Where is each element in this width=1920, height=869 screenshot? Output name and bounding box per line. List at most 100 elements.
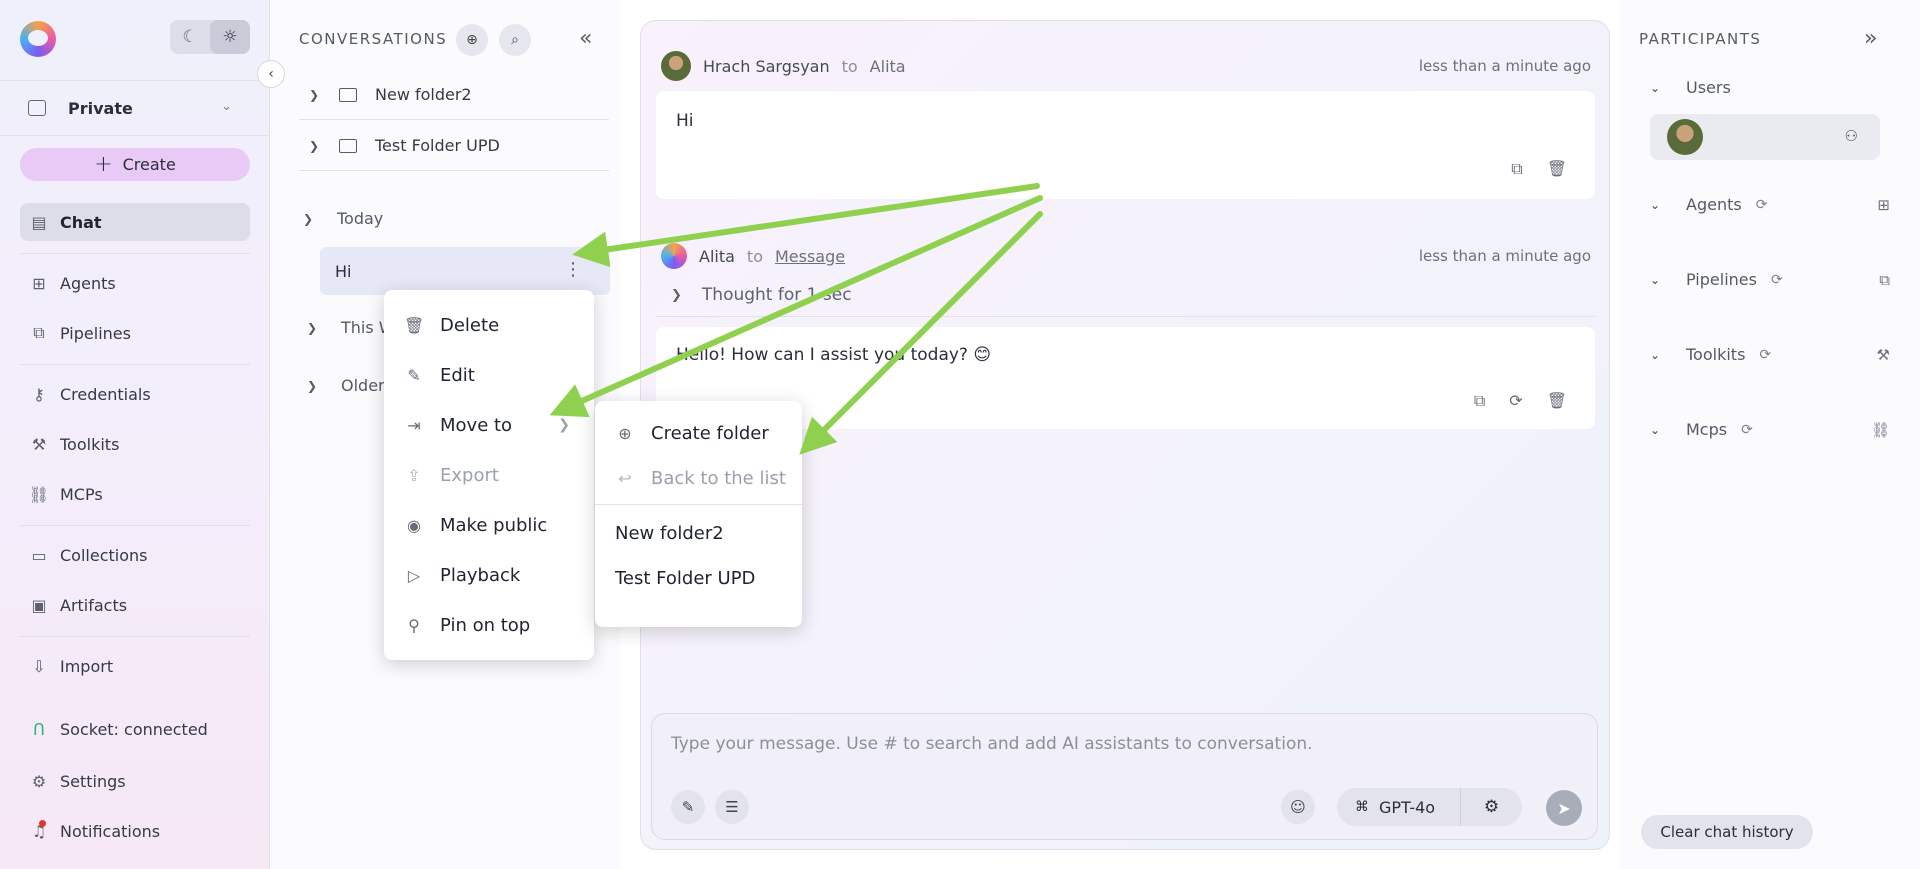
- participants-users[interactable]: ⌄ Users: [1650, 78, 1890, 97]
- refresh-icon[interactable]: ⟳: [1771, 272, 1783, 288]
- menu-move-to[interactable]: ⇥ Move to ❯: [384, 400, 594, 450]
- message-input[interactable]: Type your message. Use # to search and a…: [671, 734, 1313, 754]
- copy-icon[interactable]: ⧉: [1511, 159, 1522, 179]
- nav-item-artifacts[interactable]: ▣ Artifacts: [20, 586, 250, 624]
- collapse-panel-button[interactable]: «: [579, 26, 592, 51]
- message-to: to: [841, 56, 858, 76]
- create-button[interactable]: + Create: [20, 148, 250, 181]
- nav-item-pipelines[interactable]: ⧉ Pipelines: [20, 314, 250, 352]
- moon-icon[interactable]: ☾: [170, 20, 210, 54]
- play-icon: ▷: [407, 565, 421, 585]
- message-target-link[interactable]: Message: [775, 247, 845, 266]
- model-settings-icon[interactable]: ⚙: [1461, 797, 1522, 817]
- add-pipeline-icon[interactable]: ⧉: [1879, 271, 1890, 289]
- avatar: [661, 51, 691, 81]
- divider: [656, 316, 1595, 317]
- wrench-icon: ⚒: [31, 434, 47, 454]
- send-button[interactable]: ➤: [1546, 790, 1582, 826]
- conversation-item[interactable]: Hi ⋮: [320, 247, 610, 295]
- add-agent-icon[interactable]: ⊞: [1877, 196, 1890, 214]
- move-folder-icon: ⇥: [407, 415, 421, 435]
- menu-folder-option[interactable]: New folder2: [595, 511, 802, 556]
- refresh-icon[interactable]: ⟳: [1756, 197, 1768, 213]
- refresh-icon[interactable]: ⟳: [1741, 422, 1753, 438]
- menu-make-public[interactable]: ◉ Make public: [384, 500, 594, 550]
- nav-item-import[interactable]: ⇩ Import: [20, 647, 250, 685]
- assistant-button[interactable]: ☺: [1281, 790, 1315, 824]
- group-older[interactable]: ❯ Older: [307, 376, 385, 395]
- nav-item-agents[interactable]: ⊞ Agents: [20, 264, 250, 302]
- nav-item-toolkits[interactable]: ⚒ Toolkits: [20, 425, 250, 463]
- more-vertical-icon[interactable]: ⋮: [564, 259, 582, 280]
- nav-item-chat[interactable]: ▤ Chat: [20, 203, 250, 241]
- chevron-down-icon: ⌄: [1650, 272, 1661, 287]
- theme-toggle[interactable]: ☾ ☼: [170, 20, 250, 54]
- chevron-down-icon: ⌄: [1650, 347, 1661, 362]
- participants-toolkits[interactable]: ⌄ Toolkits ⟳ ⚒: [1650, 345, 1890, 364]
- menu-delete[interactable]: 🗑 Delete: [384, 300, 594, 350]
- options-button[interactable]: ☰: [715, 790, 749, 824]
- message-to: to: [746, 246, 763, 266]
- avatar: [661, 243, 687, 269]
- nav-item-label: Settings: [60, 771, 126, 791]
- app-logo[interactable]: [20, 21, 56, 57]
- nav-item-label: Artifacts: [60, 595, 128, 615]
- socket-icon: ᑎ: [33, 719, 45, 739]
- message-header: Alita to Message less than a minute ago: [661, 243, 1591, 269]
- folder-back-icon: ↩: [618, 469, 632, 488]
- refresh-icon[interactable]: ⟳: [1759, 347, 1771, 363]
- menu-folder-option[interactable]: Test Folder UPD: [595, 556, 802, 601]
- group-today[interactable]: ❯ Today: [303, 209, 383, 228]
- regenerate-icon[interactable]: ⟳: [1509, 391, 1522, 411]
- participants-agents[interactable]: ⌄ Agents ⟳ ⊞: [1650, 195, 1890, 214]
- add-toolkit-icon[interactable]: ⚒: [1877, 346, 1890, 364]
- participants-pipelines[interactable]: ⌄ Pipelines ⟳ ⧉: [1650, 270, 1890, 289]
- nav-item-label: Toolkits: [60, 434, 120, 454]
- menu-export[interactable]: ⇪ Export: [384, 450, 594, 500]
- nav-item-mcps[interactable]: ⛓ MCPs: [20, 475, 250, 513]
- users-icon[interactable]: ⚇: [1845, 127, 1858, 145]
- menu-playback[interactable]: ▷ Playback: [384, 550, 594, 600]
- menu-create-folder[interactable]: ⊕ Create folder: [595, 411, 802, 456]
- search-button[interactable]: ⌕: [499, 24, 531, 56]
- new-folder-button[interactable]: ⊕: [456, 24, 488, 56]
- menu-back-to-list[interactable]: ↩ Back to the list: [595, 456, 802, 501]
- sliders-icon: ☰: [725, 798, 739, 816]
- trash-icon[interactable]: 🗑: [1547, 391, 1567, 411]
- collapse-participants-button[interactable]: »: [1864, 26, 1877, 51]
- group-this-week[interactable]: ❯ This W: [307, 318, 395, 337]
- move-to-submenu: ⊕ Create folder ↩ Back to the list New f…: [595, 401, 802, 627]
- attach-button[interactable]: ✎: [671, 790, 705, 824]
- sun-icon[interactable]: ☼: [210, 20, 250, 54]
- chevron-right-icon: ❯: [309, 138, 320, 153]
- menu-pin-on-top[interactable]: ⚲ Pin on top: [384, 600, 594, 650]
- message-bubble: Hi ⧉ 🗑: [656, 91, 1595, 199]
- thought-toggle[interactable]: ❯ Thought for 1 sec: [671, 285, 852, 305]
- project-selector[interactable]: Private ⌄: [0, 80, 270, 136]
- nav-item-notifications[interactable]: ♫ Notifications: [20, 812, 250, 850]
- folder-row[interactable]: ❯ Test Folder UPD: [299, 121, 609, 171]
- collapse-nav-button[interactable]: ‹: [257, 60, 285, 88]
- gear-icon: ⚙: [31, 771, 47, 791]
- chevron-down-icon: ⌄: [1650, 80, 1661, 95]
- model-selector[interactable]: ⌘ GPT-4o ⚙: [1337, 788, 1522, 826]
- participants-mcps[interactable]: ⌄ Mcps ⟳ ⛓: [1650, 420, 1890, 439]
- conversation-context-menu: 🗑 Delete ✎ Edit ⇥ Move to ❯ ⇪ Export ◉ M…: [384, 290, 594, 660]
- conversations-title: CONVERSATIONS: [299, 30, 448, 48]
- folder-row[interactable]: ❯ New folder2: [299, 70, 609, 120]
- pipeline-icon: ⧉: [33, 323, 45, 342]
- menu-edit[interactable]: ✎ Edit: [384, 350, 594, 400]
- message-input-box[interactable]: Type your message. Use # to search and a…: [651, 713, 1598, 840]
- menu-label: Delete: [440, 314, 500, 336]
- copy-icon[interactable]: ⧉: [1474, 391, 1485, 411]
- import-icon: ⇩: [32, 656, 46, 676]
- nav-item-credentials[interactable]: ⚷ Credentials: [20, 375, 250, 413]
- chevron-down-icon: ⌄: [221, 99, 232, 114]
- user-card[interactable]: ⚇: [1650, 114, 1880, 160]
- nav-item-settings[interactable]: ⚙ Settings: [20, 762, 250, 800]
- nav-item-collections[interactable]: ▭ Collections: [20, 536, 250, 574]
- add-mcp-icon[interactable]: ⛓: [1871, 421, 1890, 439]
- trash-icon[interactable]: 🗑: [1547, 159, 1567, 179]
- chevron-down-icon: ❯: [303, 211, 314, 226]
- clear-history-button[interactable]: Clear chat history: [1641, 815, 1813, 849]
